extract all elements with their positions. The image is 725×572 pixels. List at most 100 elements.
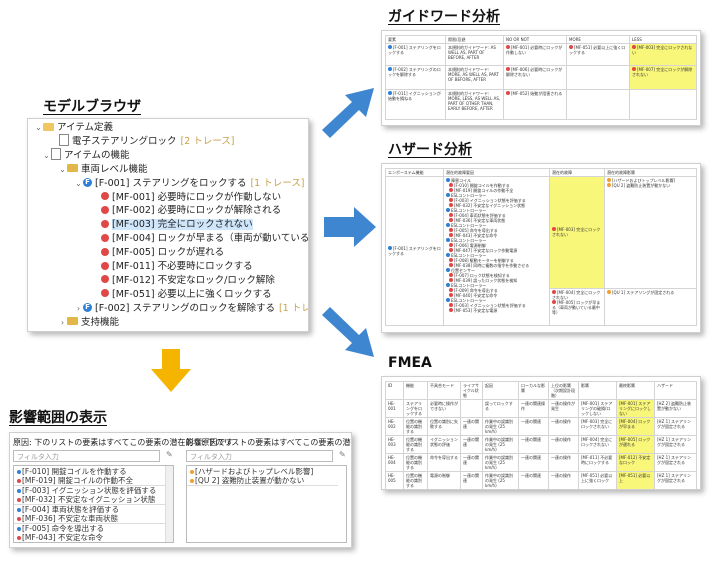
- table-row[interactable]: [F-001] ステアリングをロックする 障害コイル [F-010] 開錠コイルを…: [385, 176, 697, 326]
- tree-item-label: [F-001] ステアリングをロックする: [95, 177, 247, 189]
- scrollbar[interactable]: [165, 466, 173, 542]
- tree-item[interactable]: ›F[F-002] ステアリングのロックを解除する[1 トレース]: [28, 301, 308, 316]
- guideword-table: 要素 際限/忌避 NO OR NOT MORE LESS [F-001] ステア…: [385, 35, 697, 120]
- impact-panel: 原因: 下のリストの要素はすべてこの要素の潜在的な原因です 影響: 下のリストの…: [9, 432, 352, 548]
- hazard-table: エンボーステム機能 潜在的故障要因 潜在的故障 潜在的故障影響 [F-001] …: [385, 168, 697, 327]
- tree-item[interactable]: [MF-012] 不安定なロック/ロック解除: [28, 273, 308, 288]
- clear-filter-icon[interactable]: ✎: [339, 450, 346, 459]
- malfunction-icon: [101, 233, 109, 242]
- chevron-down-icon[interactable]: ⌄: [42, 148, 51, 163]
- hazard-header-row: エンボーステム機能 潜在的故障要因 潜在的故障 潜在的故障影響: [385, 168, 697, 177]
- hz-header: エンボーステム機能: [385, 168, 444, 177]
- fmea-cell: [HZ 1] ステアリングが固定される: [654, 435, 697, 454]
- chevron-down-icon[interactable]: ⌄: [58, 162, 67, 177]
- malfunction-icon: [101, 219, 109, 228]
- list-item-label: [ハザードおよびトップレベル影響]: [195, 467, 314, 476]
- list-item-label: [QU 2] 盗難防止装置が動かない: [195, 476, 305, 485]
- chevron-down-icon[interactable]: ⌄: [74, 176, 83, 191]
- malfunction-icon: [17, 479, 21, 483]
- gw-header: NO OR NOT: [503, 35, 567, 44]
- malfunction-icon: [101, 247, 109, 256]
- gw-cell: [566, 65, 630, 90]
- tree-item[interactable]: [MF-003] 完全にロックされない: [28, 217, 308, 232]
- tree-item[interactable]: [MF-002] 必要時にロックが解除される: [28, 203, 308, 218]
- fmea-cell: 作業中の誤識別の発生 (25 km/h): [482, 435, 519, 454]
- tree-item-label: [MF-005] ロックが遅れる: [112, 247, 225, 259]
- fmea-header: 不具合モード: [427, 381, 461, 400]
- model-browser-title: モデルブラウザ: [43, 99, 141, 115]
- fmea-cell: [MF-001] ステアリングの破損/ロックしない: [578, 399, 617, 418]
- gw-cell: [566, 89, 630, 120]
- table-row[interactable]: HE-004 位置の機能の識別する 命令を導出する 一連の関連 作業中の誤識別の発生 (…: [385, 453, 697, 472]
- fmea-cell: 作業中の誤識別の発生 (25 km/h): [482, 471, 519, 489]
- hz-cause-item: [MF-053] 不安定な電源: [454, 308, 498, 313]
- function-icon: [17, 508, 21, 512]
- effect-icon: [190, 479, 194, 483]
- chevron-right-icon[interactable]: ›: [74, 301, 83, 316]
- fmea-header: 機能: [403, 381, 428, 400]
- malfunction-icon: [17, 498, 21, 502]
- list-item[interactable]: [F-004] 車両状態を評価する [MF-036] 不安定な車両状態: [14, 504, 165, 524]
- tree-item[interactable]: 電子ステアリングロック [2 トレース]: [28, 134, 308, 149]
- effect-filter-input[interactable]: フィルタ入力: [186, 450, 333, 462]
- fmea-cell: 位置の機能の識別する: [403, 471, 428, 489]
- tree-item[interactable]: ⌄ アイテム定義: [28, 120, 308, 135]
- list-item[interactable]: [F-003] イグニッション状態を評価する [MF-032] 不安定なイグニッシ…: [14, 485, 165, 505]
- tree-item[interactable]: [MF-005] ロックが遅れる: [28, 245, 308, 260]
- clear-filter-icon[interactable]: ✎: [166, 450, 173, 459]
- function-icon: [17, 527, 21, 531]
- fmea-cell: 一連の関連操作: [518, 399, 549, 418]
- fmea-cell: HE-004: [385, 453, 404, 472]
- model-browser-panel: ⌄ アイテム定義 電子ステアリングロック [2 トレース] ⌄ アイテムの機能 ⌄ 車両レベル…: [27, 118, 309, 332]
- table-row[interactable]: [F-002] ステアリングのロックを解除する 本規則的ガイドワード: MORE…: [385, 65, 697, 90]
- table-row[interactable]: HE-001 ステアリングをロックする 必要時に操作ができない 誤ってロックする 一連の…: [385, 399, 697, 418]
- hz-function-cell: [F-001] ステアリングをロックする: [388, 246, 441, 256]
- tree-item[interactable]: ⌄ F [F-001] ステアリングをロックする [1 トレース]: [28, 176, 308, 191]
- tree-item[interactable]: ⌄ アイテムの機能: [28, 148, 308, 163]
- gw-cell: [MF-003] 完全にロックされない: [632, 45, 693, 55]
- table-row[interactable]: [F-011] イグニッションが始動を損ねる 本規則的ガイドワード: MORE,…: [385, 89, 697, 120]
- hazard-analysis-title: ハザード分析: [388, 142, 472, 158]
- table-row[interactable]: [F-001] ステアリングをロックする 本規則的ガイドワード: AS WELL…: [385, 43, 697, 66]
- fmea-cell: 作業中の誤識別の発生 (25 km/h): [482, 417, 519, 436]
- table-row[interactable]: HE-005 位置の機能の識別する 電源の制御 一連の関連 作業中の誤識別の発生 (25…: [385, 471, 697, 489]
- list-item-label: [MF-043] 不安定な命令: [22, 533, 104, 542]
- tree-item-label: [F-002] ステアリングのロックを解除する: [95, 302, 275, 314]
- table-row[interactable]: HE-003 位置の機能の識別する イグニッション状態の評価 一連の関連 作業中の誤識別…: [385, 435, 697, 454]
- trace-count: [1 トレース]: [250, 177, 305, 189]
- tree-item[interactable]: [MF-051] 必要以上に強くロックする: [28, 287, 308, 302]
- hz-effect-cell: [QU 1] ステアリングが固定される: [612, 289, 675, 295]
- cause-filter-input[interactable]: フィルタ入力: [13, 450, 160, 462]
- fmea-cell: [460, 399, 483, 418]
- tree-item-label: [MF-002] 必要時にロックが解除される: [112, 205, 282, 217]
- list-item[interactable]: [ハザードおよびトップレベル影響] [QU 2] 盗難防止装置が動かない: [187, 466, 338, 486]
- tree-item[interactable]: ⌄ 車両レベル機能: [28, 162, 308, 177]
- fmea-cell: イグニッション状態の評価: [427, 435, 461, 454]
- list-item[interactable]: [F-005] 命令を導出する [MF-043] 不安定な命令: [14, 523, 165, 542]
- gw-cell: [MF-006] 必要時にロックが解除されない: [506, 67, 563, 77]
- tree-item[interactable]: [MF-001] 必要時にロックが作動しない: [28, 190, 308, 205]
- list-item-label: [MF-032] 不安定なイグニッション状態: [22, 495, 156, 504]
- tree-item[interactable]: [MF-004] ロックが早まる（車両が動いている最中等）: [28, 231, 308, 246]
- fmea-cell: [MF-001] ステアリングにロックしない: [616, 399, 655, 418]
- chevron-right-icon[interactable]: ›: [58, 315, 67, 330]
- gw-cell: 本規則的ガイドワード: AS WELL AS, PART OF BEFORE, …: [445, 43, 504, 66]
- fmea-cell: 一連の操作が発生: [548, 399, 579, 418]
- gw-cell: [MF-007] 完全にロックが解除されない: [632, 67, 693, 77]
- document-icon: [51, 148, 61, 161]
- fmea-cell: HE-003: [385, 435, 404, 454]
- tree-item[interactable]: › 支持機能: [28, 315, 308, 330]
- table-row[interactable]: HE-002 位置の機能の識別する 位置の識別に失敗する 一連の関連 作業中の誤識別の発…: [385, 417, 697, 436]
- fmea-header: 影響: [578, 381, 617, 400]
- arrow-to-hazard: [324, 207, 376, 247]
- malfunction-icon: [101, 275, 109, 284]
- function-icon: [17, 470, 21, 474]
- tree-item[interactable]: [MF-011] 不必要時にロックする: [28, 259, 308, 274]
- tree-item-label: アイテム定義: [57, 122, 114, 133]
- chevron-down-icon[interactable]: ⌄: [34, 120, 43, 135]
- fmea-header: 上位の影響（次期設計段階）: [548, 381, 579, 400]
- list-item[interactable]: [F-010] 開錠コイルを作動する [MF-019] 開錠コイルの作動不全: [14, 466, 165, 486]
- folder-open-icon: [43, 122, 54, 131]
- fmea-header-row: ID 機能 不具合モード ライフサイクル状態 起因 ローカルな影響 上位の影響（次期設計段階…: [385, 381, 697, 400]
- fmea-cell: 命令を導出する: [427, 453, 461, 472]
